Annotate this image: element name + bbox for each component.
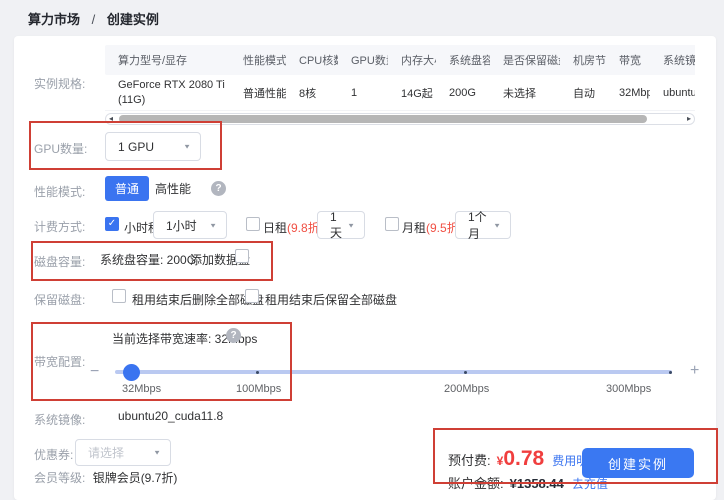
bandwidth-slider-handle[interactable] xyxy=(123,364,140,381)
gpu-count-value: 1 GPU xyxy=(118,139,155,154)
cell-cpu-cores: 8核 xyxy=(299,87,317,100)
scrollbar-thumb[interactable] xyxy=(119,115,647,123)
cell-gpu-count: 1 xyxy=(351,86,358,99)
cell-bandwidth: 32Mbps xyxy=(619,86,650,99)
keep-all-disks-checkbox[interactable] xyxy=(245,289,259,303)
disk-capacity-label: 磁盘容量: xyxy=(34,255,86,269)
cell-system-disk: 200G xyxy=(449,86,476,99)
hourly-duration-value: 1小时 xyxy=(166,218,197,233)
tick-label-200mbps: 200Mbps xyxy=(444,383,490,395)
cell-memory: 14G起 xyxy=(401,87,433,100)
delete-all-disks-checkbox[interactable] xyxy=(112,289,126,303)
spec-table: 算力型号/显存 性能模式 CPU核数 GPU数量 内存大小 系统盘容量 是否保留… xyxy=(105,45,695,111)
bandwidth-help-icon[interactable]: ? xyxy=(226,328,241,343)
table-scrollbar[interactable]: ◂ ▸ xyxy=(105,113,695,125)
cell-image: ubuntu20_cuda11.8 xyxy=(663,86,695,99)
retain-disk-label: 保留磁盘: xyxy=(34,293,86,307)
balance-label: 账户金额: xyxy=(448,476,504,491)
col-header: 系统盘容量 xyxy=(449,55,490,67)
chevron-down-icon: ▼ xyxy=(153,448,161,457)
bandwidth-slider-track[interactable] xyxy=(115,370,672,374)
system-image-value: ubuntu20_cuda11.8 xyxy=(118,409,224,423)
bandwidth-plus-button[interactable]: + xyxy=(690,363,699,379)
prepay-label: 预付费: xyxy=(448,453,491,468)
monthly-duration-value: 1个月 xyxy=(468,210,487,241)
performance-mode-label: 性能模式: xyxy=(34,185,86,199)
breadcrumb-separator: / xyxy=(91,12,96,27)
col-header: GPU数量 xyxy=(351,55,388,67)
col-header: 是否保留磁盘 xyxy=(503,55,560,67)
gpu-count-label: GPU数量: xyxy=(34,142,88,156)
col-header: 带宽 xyxy=(619,55,641,67)
performance-high-button[interactable]: 高性能 xyxy=(149,176,197,201)
daily-rent-checkbox[interactable] xyxy=(246,217,260,231)
keep-all-disks-label: 租用结束后保留全部磁盘 xyxy=(265,293,398,307)
cell-gpu-model: GeForce RTX 2080 Ti (11G) xyxy=(118,79,225,106)
spec-table-row[interactable]: GeForce RTX 2080 Ti (11G) 普通性能 8核 1 14G起… xyxy=(105,75,695,111)
daily-duration-select[interactable]: 1天 ▼ xyxy=(317,209,365,240)
tick-label-300mbps: 300Mbps xyxy=(606,383,652,395)
add-data-disk-checkbox[interactable] xyxy=(235,249,249,263)
system-image-label: 系统镜像: xyxy=(34,413,86,427)
slider-tick-300 xyxy=(669,371,672,374)
daily-duration-value: 1天 xyxy=(330,209,343,240)
slider-tick-200 xyxy=(464,371,467,374)
bandwidth-label: 带宽配置: xyxy=(34,355,86,369)
check-icon: ✓ xyxy=(107,218,117,229)
bandwidth-minus-button[interactable]: − xyxy=(90,364,99,380)
member-level-label: 会员等级: xyxy=(34,471,86,485)
gpu-count-select[interactable]: 1 GPU ▼ xyxy=(105,132,201,161)
coupon-label: 优惠券: xyxy=(34,448,74,462)
scroll-right-icon[interactable]: ▸ xyxy=(687,114,691,124)
performance-normal-button[interactable]: 普通 xyxy=(105,176,149,201)
col-header: 性能模式 xyxy=(243,55,286,67)
tick-label-32mbps: 32Mbps xyxy=(122,383,162,395)
col-header: 内存大小 xyxy=(401,55,436,67)
monthly-rent-checkbox[interactable] xyxy=(385,217,399,231)
tick-label-100mbps: 100Mbps xyxy=(236,383,282,395)
member-level-value: 银牌会员(9.7折) xyxy=(92,471,178,485)
create-instance-button[interactable]: 创建实例 xyxy=(582,448,694,478)
prepay-row: 预付费: ¥ 0.78 费用明细 xyxy=(448,447,600,471)
chevron-down-icon: ▼ xyxy=(347,221,355,229)
breadcrumb-create-instance: 创建实例 xyxy=(106,12,159,27)
breadcrumb: 算力市场 / 创建实例 xyxy=(28,9,159,28)
cell-performance: 普通性能 xyxy=(243,87,286,100)
chevron-down-icon: ▼ xyxy=(183,142,191,151)
monthly-duration-select[interactable]: 1个月 ▼ xyxy=(455,210,511,241)
chevron-down-icon: ▼ xyxy=(493,221,501,229)
billing-method-label: 计费方式: xyxy=(34,220,86,234)
scroll-left-icon[interactable]: ◂ xyxy=(109,114,113,124)
prepay-amount: 0.78 xyxy=(503,447,545,470)
cell-retain-disk: 未选择 xyxy=(503,87,536,100)
breadcrumb-market[interactable]: 算力市场 xyxy=(28,12,80,27)
currency-symbol: ¥ xyxy=(496,454,504,468)
slider-tick-100 xyxy=(256,371,259,374)
cell-node: 自动 xyxy=(573,87,595,100)
coupon-placeholder: 请选择 xyxy=(88,446,125,460)
instance-spec-label: 实例规格: xyxy=(34,77,86,91)
member-level-line: 会员等级: 银牌会员(9.7折) xyxy=(34,469,177,486)
system-disk-text: 系统盘容量: 200G xyxy=(100,253,197,267)
col-header: 系统镜像 xyxy=(663,55,695,67)
hourly-duration-select[interactable]: 1小时 ▼ xyxy=(153,211,227,239)
monthly-rent-label: 月租(9.5折) xyxy=(402,221,463,235)
coupon-select[interactable]: 请选择 ▼ xyxy=(75,439,171,466)
spec-table-header: 算力型号/显存 性能模式 CPU核数 GPU数量 内存大小 系统盘容量 是否保留… xyxy=(105,45,695,75)
col-header: 机房节点 xyxy=(573,55,606,67)
daily-rent-label: 日租(9.8折) xyxy=(263,221,324,235)
create-instance-panel: 实例规格: GPU数量: 性能模式: 计费方式: 磁盘容量: 保留磁盘: 带宽配… xyxy=(14,36,716,500)
col-header: CPU核数 xyxy=(299,55,338,67)
col-header: 算力型号/显存 xyxy=(118,55,188,67)
hourly-rent-checkbox[interactable]: ✓ xyxy=(105,217,119,231)
performance-help-icon[interactable]: ? xyxy=(211,181,226,196)
balance-amount: ¥1358.44 xyxy=(509,476,564,491)
chevron-down-icon: ▼ xyxy=(209,221,217,229)
